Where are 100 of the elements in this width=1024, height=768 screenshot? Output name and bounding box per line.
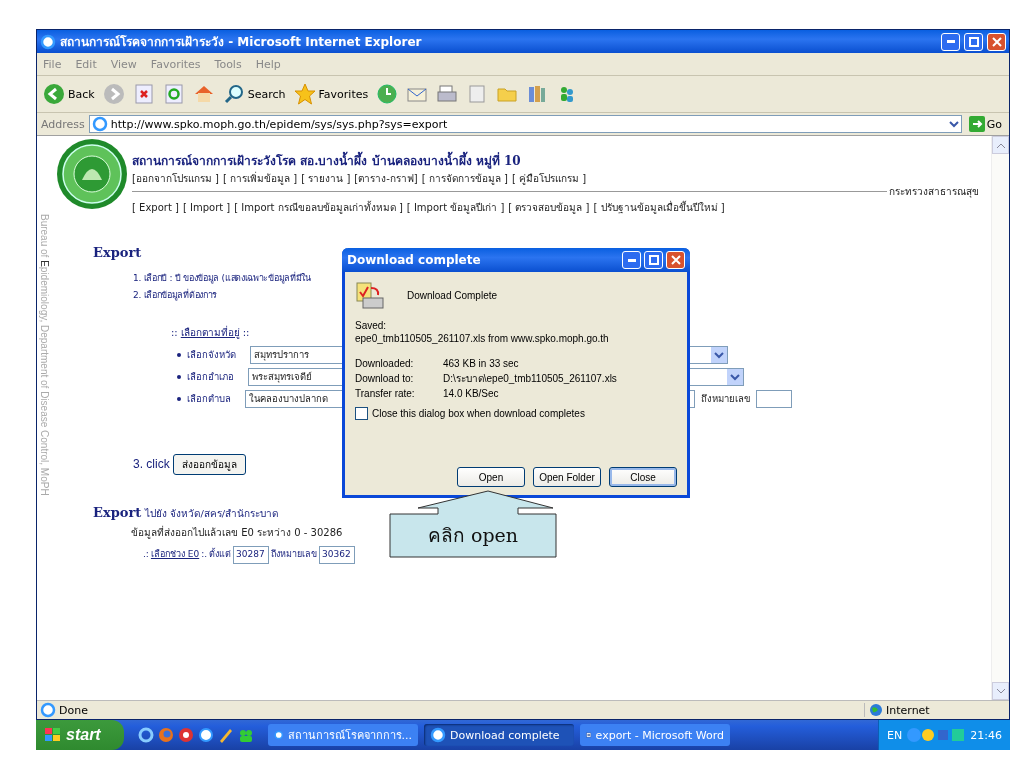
browser-icon[interactable]	[138, 727, 154, 743]
maximize-icon	[648, 255, 659, 265]
nav-link[interactable]: [ออกจากโปรแกรม ]	[132, 173, 219, 186]
browser-icon	[40, 702, 56, 718]
info-value: 14.0 KB/Sec	[443, 387, 499, 401]
minimize-icon	[627, 258, 636, 262]
nav-link[interactable]: [ Export ]	[132, 202, 179, 215]
go-button[interactable]: Go	[965, 116, 1005, 132]
checkbox-label: Close this dialog box when download completes	[372, 408, 585, 419]
language-indicator: EN	[887, 728, 903, 742]
separator-text: .:	[143, 548, 149, 561]
maximize-button[interactable]	[644, 251, 663, 269]
browser-icon	[91, 116, 108, 132]
input-field[interactable]: 30287	[233, 545, 270, 564]
section-heading: Export	[93, 244, 142, 261]
history-icon	[376, 83, 399, 105]
scroll-down-button[interactable]	[992, 682, 1009, 700]
browser-icon	[40, 33, 56, 50]
clock-text: 21:46	[970, 728, 1002, 742]
section-heading: Export	[93, 504, 142, 521]
chevron-down-icon	[948, 119, 959, 128]
checkbox[interactable]	[355, 407, 368, 420]
heading-subtitle: ไปยัง จังหวัด/สคร/สำนักระบาด	[145, 507, 279, 521]
close-icon	[670, 255, 681, 265]
minimize-button[interactable]	[622, 251, 641, 269]
field-label: เลือกอำเภอ	[187, 370, 234, 383]
separator-text: ::	[171, 327, 178, 340]
callout-text: คลิก open	[426, 523, 520, 548]
taskbar-button[interactable]: export - Microsoft Word	[580, 724, 730, 746]
globe-icon	[869, 703, 883, 717]
address-field[interactable]: http://www.spko.moph.go.th/epidem/sys/sys.php?sys=export	[88, 115, 962, 133]
ministry-text: กระทรวงสาธารณสุข	[889, 185, 979, 198]
toolbar-button[interactable]: Search	[222, 80, 286, 108]
separator-text: :.	[201, 548, 208, 561]
browser-icon[interactable]	[198, 727, 214, 743]
tray-icons-drawing	[906, 727, 967, 743]
minimize-icon	[946, 40, 955, 43]
round-app-icon[interactable]	[178, 727, 194, 743]
separator-text: ::	[242, 327, 250, 340]
nav-link[interactable]: [ ปรับฐานข้อมูลเมื่อขึ้นปีใหม่ ]	[593, 202, 725, 215]
step-text: 1. เลือกปี : ปี ของข้อมูล (แสดงเฉพาะข้อมูลที่มีใน	[133, 272, 311, 284]
nav-link[interactable]: [ คู่มือโปรแกรม ]	[511, 173, 587, 186]
start-button[interactable]: start	[36, 720, 124, 750]
seal-logo	[56, 138, 128, 210]
nav-link[interactable]: [ Import ข้อมูลปีเก่า ]	[406, 202, 505, 215]
bullet-icon	[177, 352, 181, 357]
field-label: ตั้งแต่	[209, 548, 232, 561]
chevron-down-icon	[730, 372, 740, 381]
minimize-button[interactable]	[941, 32, 960, 51]
address-label: Address	[41, 117, 85, 131]
field-label: ถึงหมายเลข	[701, 392, 750, 405]
step-text: 2. เลือกข้อมูลที่ต้องการ	[133, 290, 218, 302]
dialog-button[interactable]: Close	[609, 467, 677, 487]
taskbar-button[interactable]: สถานการณ์โรคจากการ...	[268, 724, 418, 746]
stop-icon	[132, 83, 155, 105]
window-title: สถานการณ์โรคจากการเฝ้าระวัง - Microsoft Internet Explorer	[60, 34, 423, 51]
pencil-icon[interactable]	[218, 727, 234, 743]
caret-up-icon	[996, 142, 1005, 148]
dialog-button[interactable]: Open Folder	[533, 467, 601, 487]
nav-link[interactable]: [ รายงาน ]	[301, 173, 351, 186]
info-label: Downloaded:	[355, 357, 415, 371]
maximize-button[interactable]	[964, 32, 983, 51]
input-field[interactable]	[756, 389, 792, 408]
chevron-down-icon	[714, 350, 724, 359]
flag-icon	[44, 727, 62, 743]
summary-text: ข้อมูลที่ส่งออกไปแล้วเลข E0 ระหว่าง 0 - 30286	[131, 527, 343, 540]
nav-link[interactable]: [ การเพิ่มข้อมูล ]	[223, 173, 298, 186]
status-text: Done	[37, 702, 864, 718]
field-label: เลือกตำบล	[187, 392, 231, 405]
saved-label: Saved:	[355, 320, 388, 331]
info-label: Download to:	[355, 372, 415, 386]
toolbar-button[interactable]: Back	[43, 80, 95, 108]
star-icon	[293, 83, 316, 105]
info-label: Transfer rate:	[355, 387, 416, 401]
zone-text: Internet	[864, 703, 1009, 717]
nav-link[interactable]: [ Import ]	[182, 202, 231, 215]
nav-link[interactable]: [ ตรวจสอบข้อมูล ]	[508, 202, 590, 215]
printer-icon	[436, 83, 459, 105]
export-button[interactable]: ส่งออกข้อมูล	[172, 453, 246, 475]
nav-link[interactable]: [ตาราง-กราฟ]	[354, 173, 418, 186]
filter-link[interactable]: เลือกตามที่อยู่	[180, 327, 240, 340]
search-icon	[222, 83, 245, 105]
input-field[interactable]: 30362	[319, 545, 356, 564]
scroll-up-button[interactable]	[992, 136, 1009, 154]
close-button[interactable]	[666, 251, 685, 269]
taskbar-button[interactable]: Download complete	[424, 724, 574, 746]
range-link[interactable]: เลือกช่วง E0	[150, 548, 200, 561]
close-icon	[991, 36, 1002, 47]
saved-file-text: epe0_tmb110505_261107.xls from www.spko.moph.go.th	[355, 333, 610, 344]
download-complete-icon	[355, 280, 385, 310]
dialog-button[interactable]: Open	[457, 467, 525, 487]
nav-link[interactable]: [ การจัดการข้อมูล ]	[421, 173, 508, 186]
caret-down-icon	[996, 688, 1005, 694]
people-icon[interactable]	[238, 727, 254, 743]
close-button[interactable]	[987, 32, 1006, 51]
nav-link[interactable]: [ Import กรณีขอลบข้อมูลเก่าทั้งหมด ]	[234, 202, 403, 215]
maximize-icon	[968, 36, 979, 47]
vertical-caption: Bureau of Epidemiology, Department of Disease Control, MoPH	[39, 214, 50, 496]
browser-icon	[430, 727, 446, 743]
toolbar-button[interactable]: Favorites	[293, 80, 369, 108]
